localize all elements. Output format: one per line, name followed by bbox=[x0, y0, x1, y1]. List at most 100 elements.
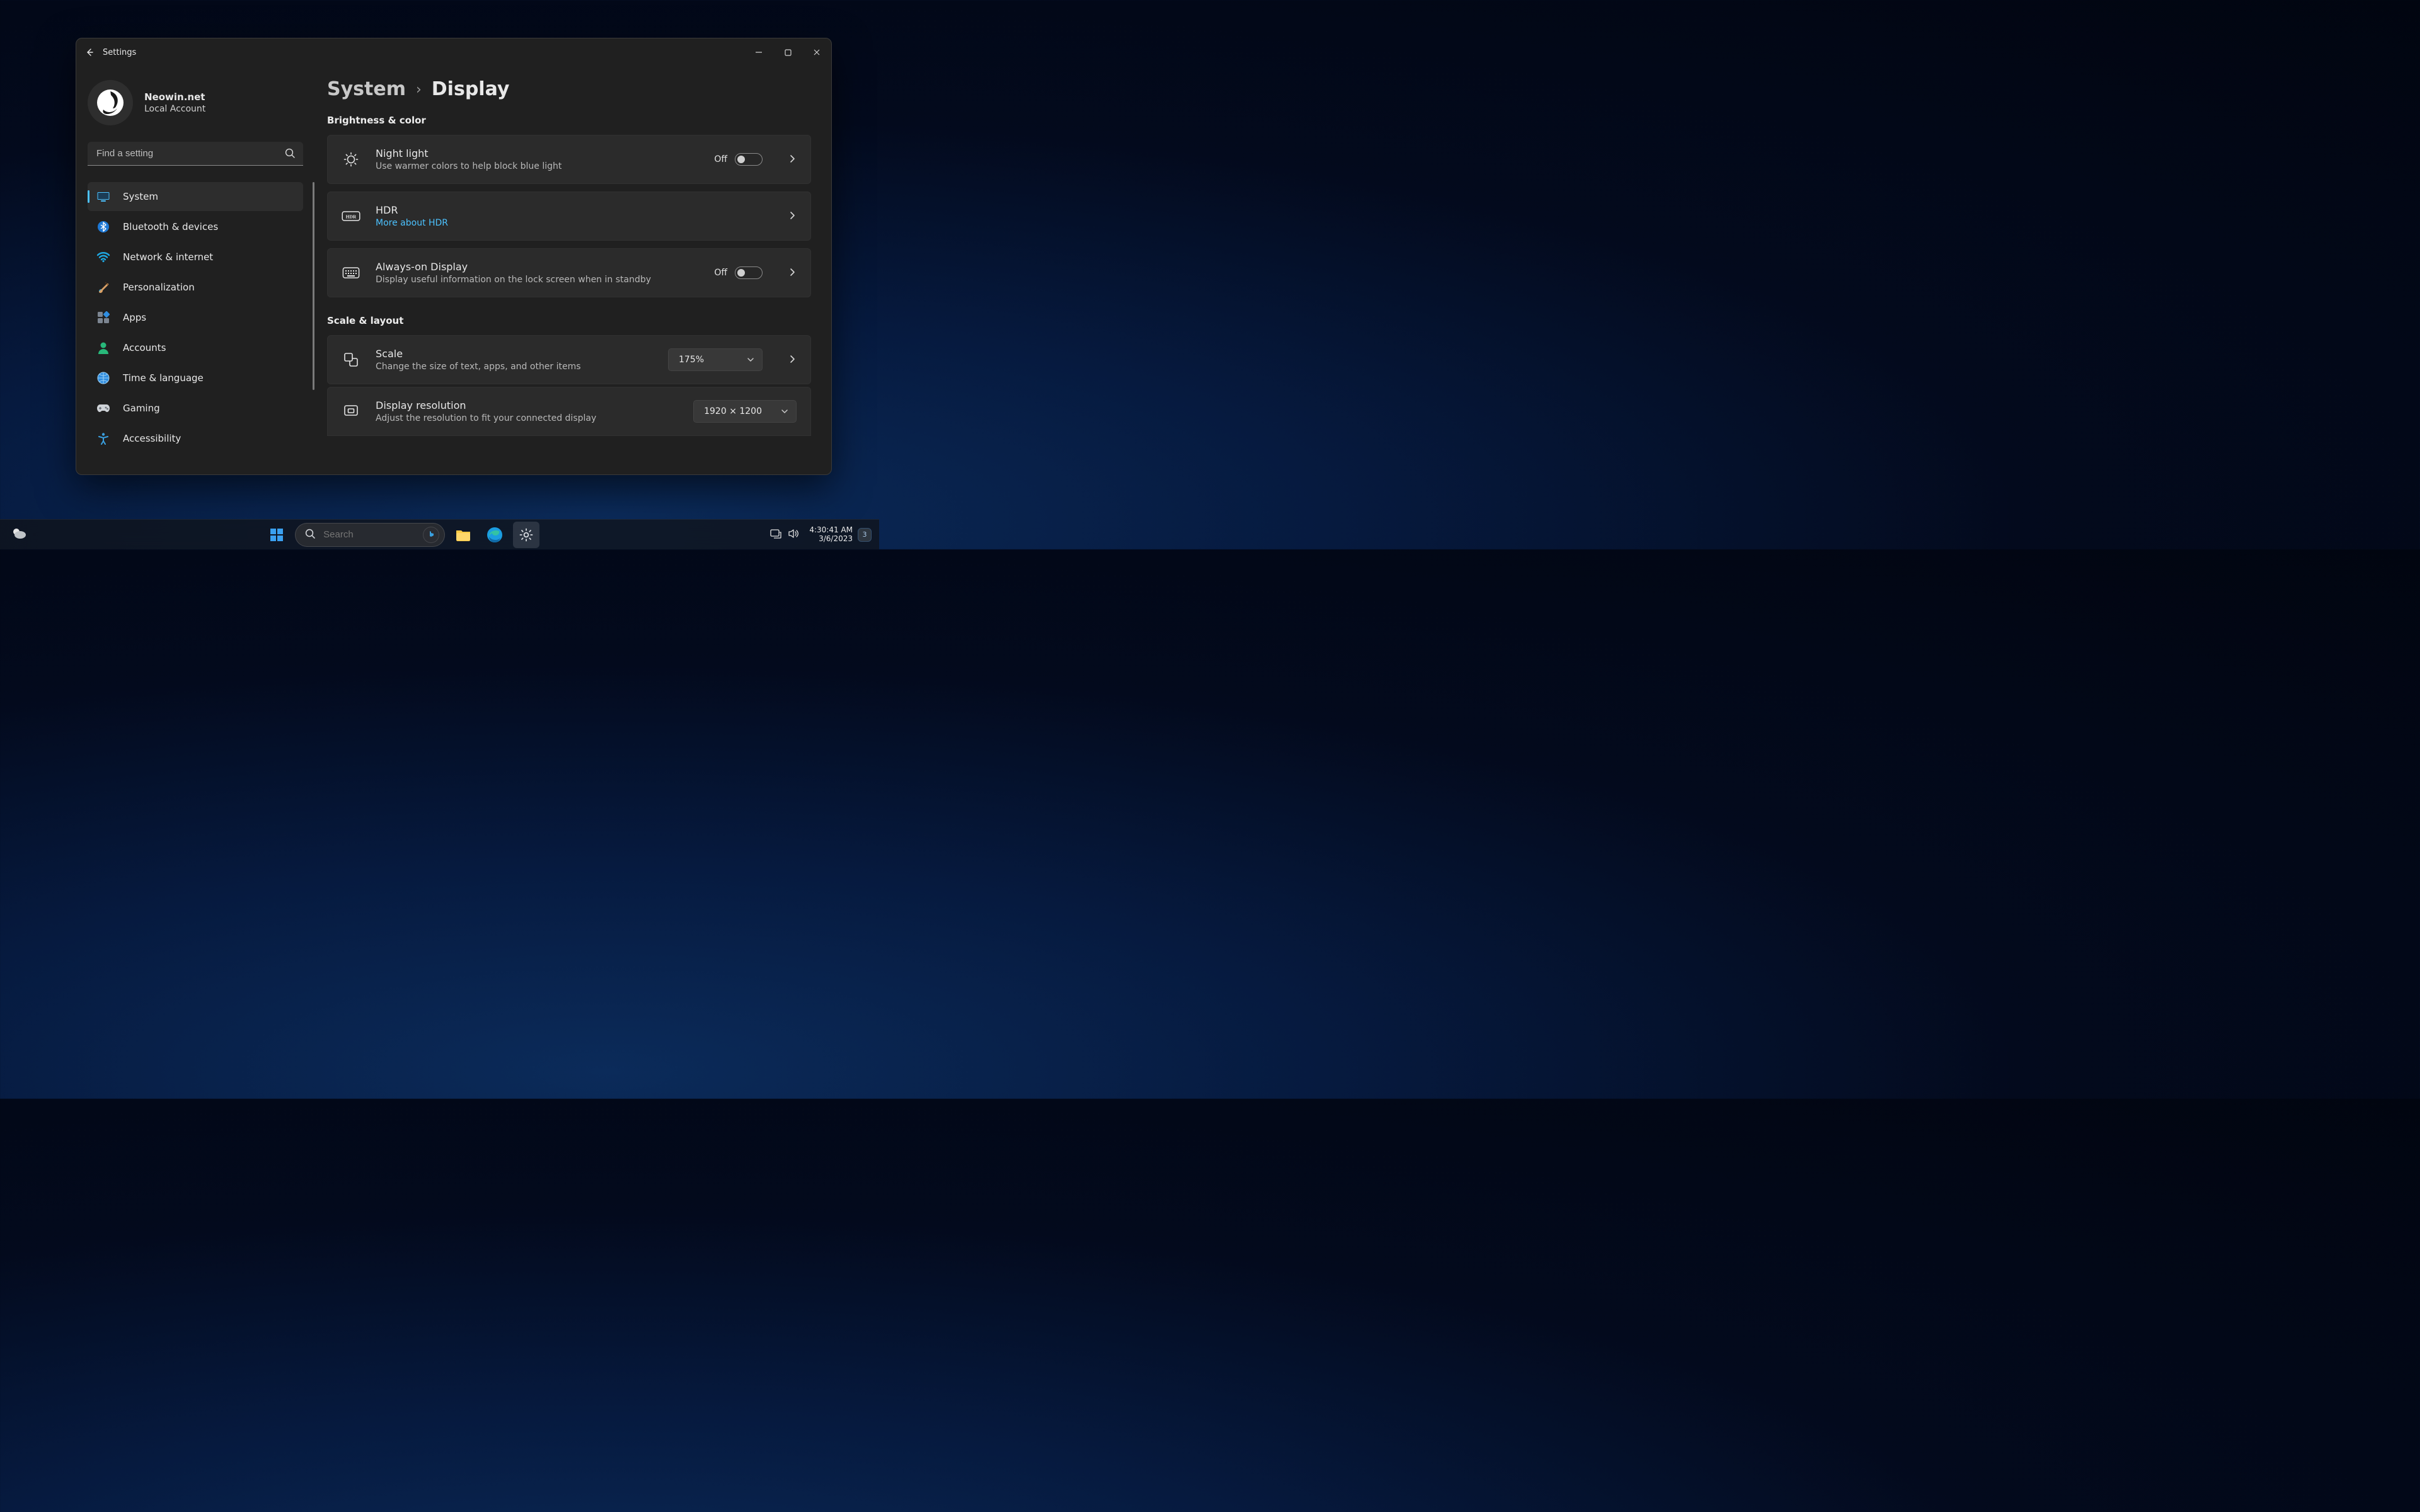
setting-row-night-light[interactable]: Night light Use warmer colors to help bl… bbox=[327, 135, 811, 184]
taskbar-app-explorer[interactable] bbox=[450, 522, 476, 548]
settings-window: Settings Neowin.net Local Account bbox=[76, 38, 832, 475]
nav-label: Personalization bbox=[123, 282, 195, 293]
notif-count: 3 bbox=[863, 530, 867, 539]
taskbar-app-settings[interactable] bbox=[513, 522, 539, 548]
hdr-icon: HDR bbox=[340, 210, 362, 222]
aod-toggle[interactable]: Off bbox=[714, 266, 763, 279]
nav-label: Accessibility bbox=[123, 433, 181, 444]
chevron-down-icon bbox=[747, 354, 754, 366]
hdr-more-link[interactable]: More about HDR bbox=[376, 218, 763, 228]
avatar bbox=[88, 80, 133, 125]
row-title: Display resolution bbox=[376, 399, 679, 413]
system-tray[interactable]: 4:30:41 AM 3/6/2023 3 bbox=[765, 520, 879, 549]
nav-item-network[interactable]: Network & internet bbox=[88, 243, 303, 272]
search-icon bbox=[304, 528, 316, 542]
window-body: Neowin.net Local Account System bbox=[76, 66, 831, 474]
main-panel: System › Display Brightness & color Nigh… bbox=[314, 66, 831, 474]
dropdown-value: 1920 × 1200 bbox=[704, 406, 762, 416]
nav-label: Gaming bbox=[123, 403, 160, 414]
chevron-right-icon bbox=[788, 154, 797, 166]
nav-scrollbar[interactable] bbox=[313, 182, 314, 390]
close-button[interactable] bbox=[802, 38, 831, 66]
nav-label: Apps bbox=[123, 312, 146, 323]
nav-label: Accounts bbox=[123, 342, 166, 353]
taskbar-left bbox=[0, 527, 38, 543]
tray-quick-settings[interactable] bbox=[765, 523, 804, 547]
nav-label: Time & language bbox=[123, 372, 204, 384]
chevron-right-icon: › bbox=[416, 83, 422, 98]
start-button[interactable] bbox=[263, 522, 290, 548]
nav-label: Network & internet bbox=[123, 251, 213, 263]
row-title: Scale bbox=[376, 348, 654, 361]
nav-item-accessibility[interactable]: Accessibility bbox=[88, 424, 303, 453]
taskbar-search[interactable] bbox=[295, 523, 445, 547]
nav-item-system[interactable]: System bbox=[88, 182, 303, 211]
taskbar-app-edge[interactable] bbox=[481, 522, 508, 548]
row-sub: Use warmer colors to help block blue lig… bbox=[376, 161, 700, 171]
row-sub: Display useful information on the lock s… bbox=[376, 275, 700, 285]
night-light-icon bbox=[340, 151, 362, 168]
account-block[interactable]: Neowin.net Local Account bbox=[88, 66, 303, 139]
svg-text:HDR: HDR bbox=[346, 214, 357, 220]
taskbar: 4:30:41 AM 3/6/2023 3 bbox=[0, 519, 879, 549]
account-sub: Local Account bbox=[144, 104, 205, 114]
row-title: Always-on Display bbox=[376, 261, 700, 274]
person-icon bbox=[96, 341, 110, 355]
breadcrumb: System › Display bbox=[327, 79, 811, 100]
settings-search[interactable] bbox=[88, 142, 303, 166]
breadcrumb-parent[interactable]: System bbox=[327, 79, 406, 100]
scale-icon bbox=[340, 352, 362, 368]
nav-item-bluetooth[interactable]: Bluetooth & devices bbox=[88, 212, 303, 241]
nav-item-accounts[interactable]: Accounts bbox=[88, 333, 303, 362]
app-title: Settings bbox=[103, 48, 136, 57]
paintbrush-icon bbox=[96, 280, 110, 294]
clock[interactable]: 4:30:41 AM 3/6/2023 bbox=[809, 526, 853, 542]
search-input[interactable] bbox=[88, 142, 303, 166]
display-out-icon bbox=[770, 529, 781, 541]
notification-badge[interactable]: 3 bbox=[858, 528, 872, 542]
speaker-icon bbox=[788, 529, 799, 541]
apps-icon bbox=[96, 311, 110, 324]
setting-row-resolution[interactable]: Display resolution Adjust the resolution… bbox=[327, 387, 811, 436]
setting-row-always-on-display[interactable]: Always-on Display Display useful informa… bbox=[327, 248, 811, 297]
date: 3/6/2023 bbox=[809, 535, 853, 543]
night-light-toggle[interactable]: Off bbox=[714, 153, 763, 166]
chevron-down-icon bbox=[781, 406, 788, 418]
nav: System Bluetooth & devices Network & int… bbox=[88, 182, 303, 453]
nav-item-time-language[interactable]: Time & language bbox=[88, 364, 303, 392]
minimize-button[interactable] bbox=[744, 38, 773, 66]
toggle-state: Off bbox=[714, 154, 727, 164]
setting-row-scale[interactable]: Scale Change the size of text, apps, and… bbox=[327, 335, 811, 384]
taskbar-center bbox=[38, 522, 765, 548]
maximize-button[interactable] bbox=[773, 38, 802, 66]
chevron-right-icon bbox=[788, 267, 797, 279]
nav-item-gaming[interactable]: Gaming bbox=[88, 394, 303, 423]
nav-label: Bluetooth & devices bbox=[123, 221, 218, 232]
taskbar-search-input[interactable] bbox=[323, 529, 386, 540]
time: 4:30:41 AM bbox=[809, 526, 853, 534]
toggle-switch[interactable] bbox=[735, 266, 763, 279]
sidebar: Neowin.net Local Account System bbox=[76, 66, 314, 474]
setting-row-hdr[interactable]: HDR HDR More about HDR bbox=[327, 192, 811, 241]
back-button[interactable] bbox=[76, 38, 103, 66]
search-icon bbox=[284, 147, 296, 161]
accessibility-icon bbox=[96, 432, 110, 445]
scale-dropdown[interactable]: 175% bbox=[668, 348, 763, 371]
bing-chat-icon[interactable] bbox=[423, 527, 439, 543]
keyboard-icon bbox=[340, 266, 362, 280]
titlebar: Settings bbox=[76, 38, 831, 66]
breadcrumb-current: Display bbox=[432, 79, 510, 100]
toggle-switch[interactable] bbox=[735, 153, 763, 166]
nav-label: System bbox=[123, 191, 158, 202]
bluetooth-icon bbox=[96, 220, 110, 234]
nav-item-personalization[interactable]: Personalization bbox=[88, 273, 303, 302]
monitor-icon bbox=[96, 190, 110, 203]
toggle-state: Off bbox=[714, 268, 727, 278]
chevron-right-icon bbox=[788, 210, 797, 222]
resolution-dropdown[interactable]: 1920 × 1200 bbox=[693, 400, 797, 423]
nav-item-apps[interactable]: Apps bbox=[88, 303, 303, 332]
weather-icon[interactable] bbox=[11, 527, 27, 543]
row-sub: Change the size of text, apps, and other… bbox=[376, 362, 654, 372]
wifi-icon bbox=[96, 250, 110, 264]
account-name: Neowin.net bbox=[144, 91, 205, 103]
